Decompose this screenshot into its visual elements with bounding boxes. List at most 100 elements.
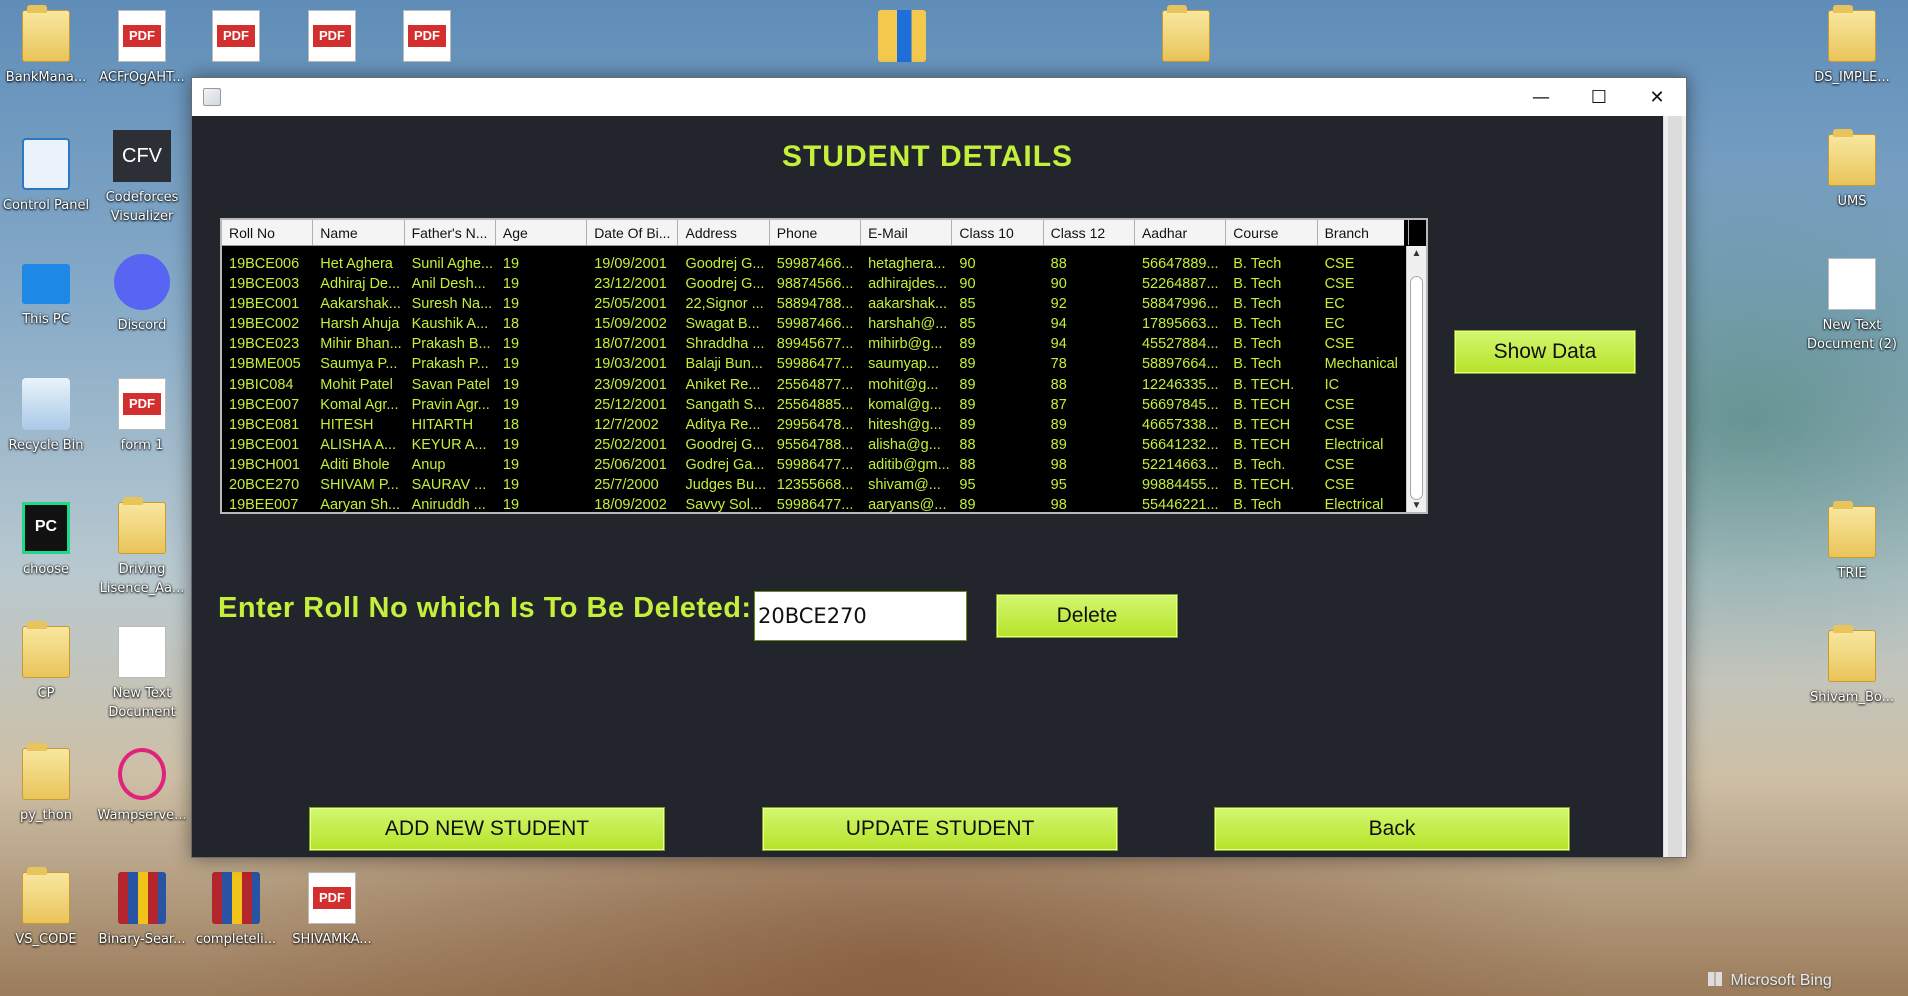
table-cell: 19 <box>502 276 520 293</box>
table-cell: 25/12/2001 <box>594 396 667 413</box>
scroll-up-icon[interactable]: ▲ <box>1407 246 1426 262</box>
window-scroll-thumb[interactable] <box>1668 116 1682 857</box>
table-cell: Sunil Aghe... <box>411 256 494 272</box>
table-row[interactable]: 19BCE023 Mihir Bhan... Prakash B... 19 18/07… <box>222 334 1404 354</box>
table-scrollbar[interactable]: ▲ ▼ <box>1406 246 1426 512</box>
desktop-icon-vscode[interactable]: VS_CODE <box>0 867 92 949</box>
desktop-icon-driving[interactable]: Driving Lisence_Aa... <box>96 497 188 598</box>
column-header[interactable]: Class 10 <box>952 220 1044 245</box>
table-row[interactable]: 19BCE003 Adhiraj De... Anil Desh... 19 23/12… <box>222 274 1404 294</box>
table-row[interactable]: 19BEC002 Harsh Ahuja Kaushik A... 18 15/09/2… <box>222 314 1404 334</box>
desktop-icon-completeli[interactable]: completeli... <box>190 872 282 949</box>
desktop-icon-codeforces[interactable]: CFV Codeforces Visualizer <box>96 130 188 226</box>
column-header[interactable]: Roll No <box>222 220 314 245</box>
window-titlebar[interactable]: — ☐ ✕ <box>192 78 1686 116</box>
students-table[interactable]: Roll No Name Father's N... Age Date Of Bi...… <box>220 218 1428 514</box>
desktop-icon-shivam-bo[interactable]: Shivam_Bo... <box>1806 625 1898 707</box>
table-cell: 88 <box>959 456 976 473</box>
table-cell: B. Tech <box>1233 497 1282 512</box>
scroll-down-icon[interactable]: ▼ <box>1407 498 1426 512</box>
table-cell: 19BEC001 <box>229 296 300 313</box>
back-button[interactable]: Back <box>1214 807 1570 851</box>
table-row[interactable]: 19BEC001 Aakarshak... Suresh Na... 19 25/05/… <box>222 294 1404 314</box>
desktop-icon-ds-imple[interactable]: DS_IMPLE... <box>1806 5 1898 87</box>
desktop-icon-pdf-3[interactable]: PDF <box>286 10 378 68</box>
desktop-icon-label: choose <box>22 562 70 577</box>
desktop-icon-binary-search[interactable]: Binary-Sear... <box>96 872 188 949</box>
table-cell: 25/02/2001 <box>594 436 667 453</box>
desktop-icon-this-pc[interactable]: This PC <box>0 258 92 329</box>
desktop-icon-choose[interactable]: PC choose <box>0 502 92 579</box>
table-row[interactable]: 19BCE081 HITESH HITARTH 18 12/7/2002 Aditya R… <box>222 415 1404 435</box>
column-header[interactable]: Father's N... <box>405 220 496 245</box>
table-cell: 59986477... <box>776 497 854 512</box>
desktop-icon-wamp[interactable]: Wampserve... <box>96 748 188 825</box>
table-row[interactable]: 19BCE006 Het Aghera Sunil Aghe... 19 19/09/2… <box>222 254 1404 274</box>
close-button[interactable]: ✕ <box>1628 78 1686 116</box>
table-row[interactable]: 19BCE007 Komal Agr... Pravin Agr... 19 25/12… <box>222 395 1404 415</box>
wampserver-icon <box>118 748 166 800</box>
table-body[interactable]: 19BCE006 Het Aghera Sunil Aghe... 19 19/09/2… <box>222 246 1404 512</box>
table-cell: 19 <box>502 497 520 512</box>
column-header[interactable]: Address <box>678 220 770 245</box>
desktop-icon-new-text-2[interactable]: New Text Document (2) <box>1806 258 1898 354</box>
table-cell: saumyap... <box>868 356 939 373</box>
desktop-icon-new-text[interactable]: New Text Document <box>96 626 188 722</box>
column-header[interactable]: E-Mail <box>861 220 953 245</box>
desktop-icon-pdf-4[interactable]: PDF <box>381 10 473 68</box>
desktop-icon-ums[interactable]: UMS <box>1806 129 1898 211</box>
student-details-window: — ☐ ✕ STUDENT DETAILS Roll No Name Father'… <box>191 77 1687 858</box>
desktop-icon-label: VS_CODE <box>15 932 77 947</box>
desktop-icon-pdf-2[interactable]: PDF <box>190 10 282 68</box>
folder-icon <box>22 621 70 678</box>
delete-button[interactable]: Delete <box>996 594 1178 638</box>
desktop-icon-folder-top[interactable] <box>1140 5 1232 68</box>
desktop-icon-form1[interactable]: PDF form 1 <box>96 378 188 455</box>
desktop-icon-discord[interactable]: Discord <box>96 254 188 335</box>
table-cell: CSE <box>1324 336 1355 353</box>
column-header[interactable]: Phone <box>770 220 862 245</box>
desktop-icon-label: Codeforces Visualizer <box>105 190 179 224</box>
table-row[interactable]: 20BCE270 SHIVAM P... SAURAV ... 19 25/7/2000… <box>222 475 1404 495</box>
maximize-button[interactable]: ☐ <box>1570 78 1628 116</box>
column-header[interactable]: Class 12 <box>1044 220 1135 245</box>
desktop-icon-control-panel[interactable]: Control Panel <box>0 138 92 215</box>
table-cell: 22,Signor ... <box>685 296 764 313</box>
delete-roll-prompt: Enter Roll No which Is To Be Deleted: <box>218 592 752 624</box>
table-row-partial[interactable] <box>222 246 1404 254</box>
table-row[interactable]: 19BEE007 Aaryan Sh... Aniruddh ... 19 18/09/… <box>222 495 1404 512</box>
desktop-icon-bankmana[interactable]: BankMana... <box>0 5 92 87</box>
table-row[interactable]: 19BCH001 Aditi Bhole Anup 19 25/06/2001 Godre… <box>222 455 1404 475</box>
desktop-icon-pdf-1[interactable]: PDF ACFrOgAHT... <box>96 10 188 87</box>
column-header[interactable]: Name <box>313 220 405 245</box>
table-cell: Balaji Bun... <box>685 356 763 373</box>
discord-icon <box>114 254 170 310</box>
table-row[interactable]: 19BCE001 ALISHA A... KEYUR A... 19 25/02/200… <box>222 435 1404 455</box>
table-cell: 19 <box>502 356 520 373</box>
show-data-button[interactable]: Show Data <box>1454 330 1636 374</box>
table-cell: B. TECH. <box>1233 477 1295 494</box>
desktop-icon-book[interactable] <box>856 10 948 68</box>
add-new-student-button[interactable]: ADD NEW STUDENT <box>309 807 665 851</box>
roll-no-input[interactable] <box>754 591 967 641</box>
table-cell: 18 <box>502 316 520 333</box>
table-row[interactable]: 19BIC084 Mohit Patel Savan Patel 19 23/09/20… <box>222 375 1404 395</box>
scroll-thumb[interactable] <box>1410 276 1423 500</box>
column-header[interactable]: Aadhar <box>1135 220 1227 245</box>
column-header[interactable]: Age <box>496 220 588 245</box>
desktop-icon-label: form 1 <box>120 438 164 453</box>
column-header[interactable]: Course <box>1226 220 1318 245</box>
update-student-button[interactable]: UPDATE STUDENT <box>762 807 1118 851</box>
desktop-icon-cp[interactable]: CP <box>0 621 92 703</box>
window-scrollbar[interactable] <box>1663 116 1686 857</box>
desktop-icon-recycle-bin[interactable]: Recycle Bin <box>0 378 92 455</box>
table-cell: 59986477... <box>776 456 854 473</box>
desktop-icon-trie[interactable]: TRIE <box>1806 501 1898 583</box>
table-row[interactable]: 19BME005 Saumya P... Prakash P... 19 19/03/2… <box>222 354 1404 374</box>
desktop-icon-py-thon[interactable]: py_thon <box>0 743 92 825</box>
desktop-icon-shivamka[interactable]: PDF SHIVAMKA... <box>286 872 378 949</box>
column-header[interactable]: Date Of Bi... <box>587 220 679 245</box>
minimize-button[interactable]: — <box>1512 78 1570 116</box>
column-header[interactable]: Branch <box>1318 220 1409 245</box>
page-title: STUDENT DETAILS <box>781 140 1074 173</box>
